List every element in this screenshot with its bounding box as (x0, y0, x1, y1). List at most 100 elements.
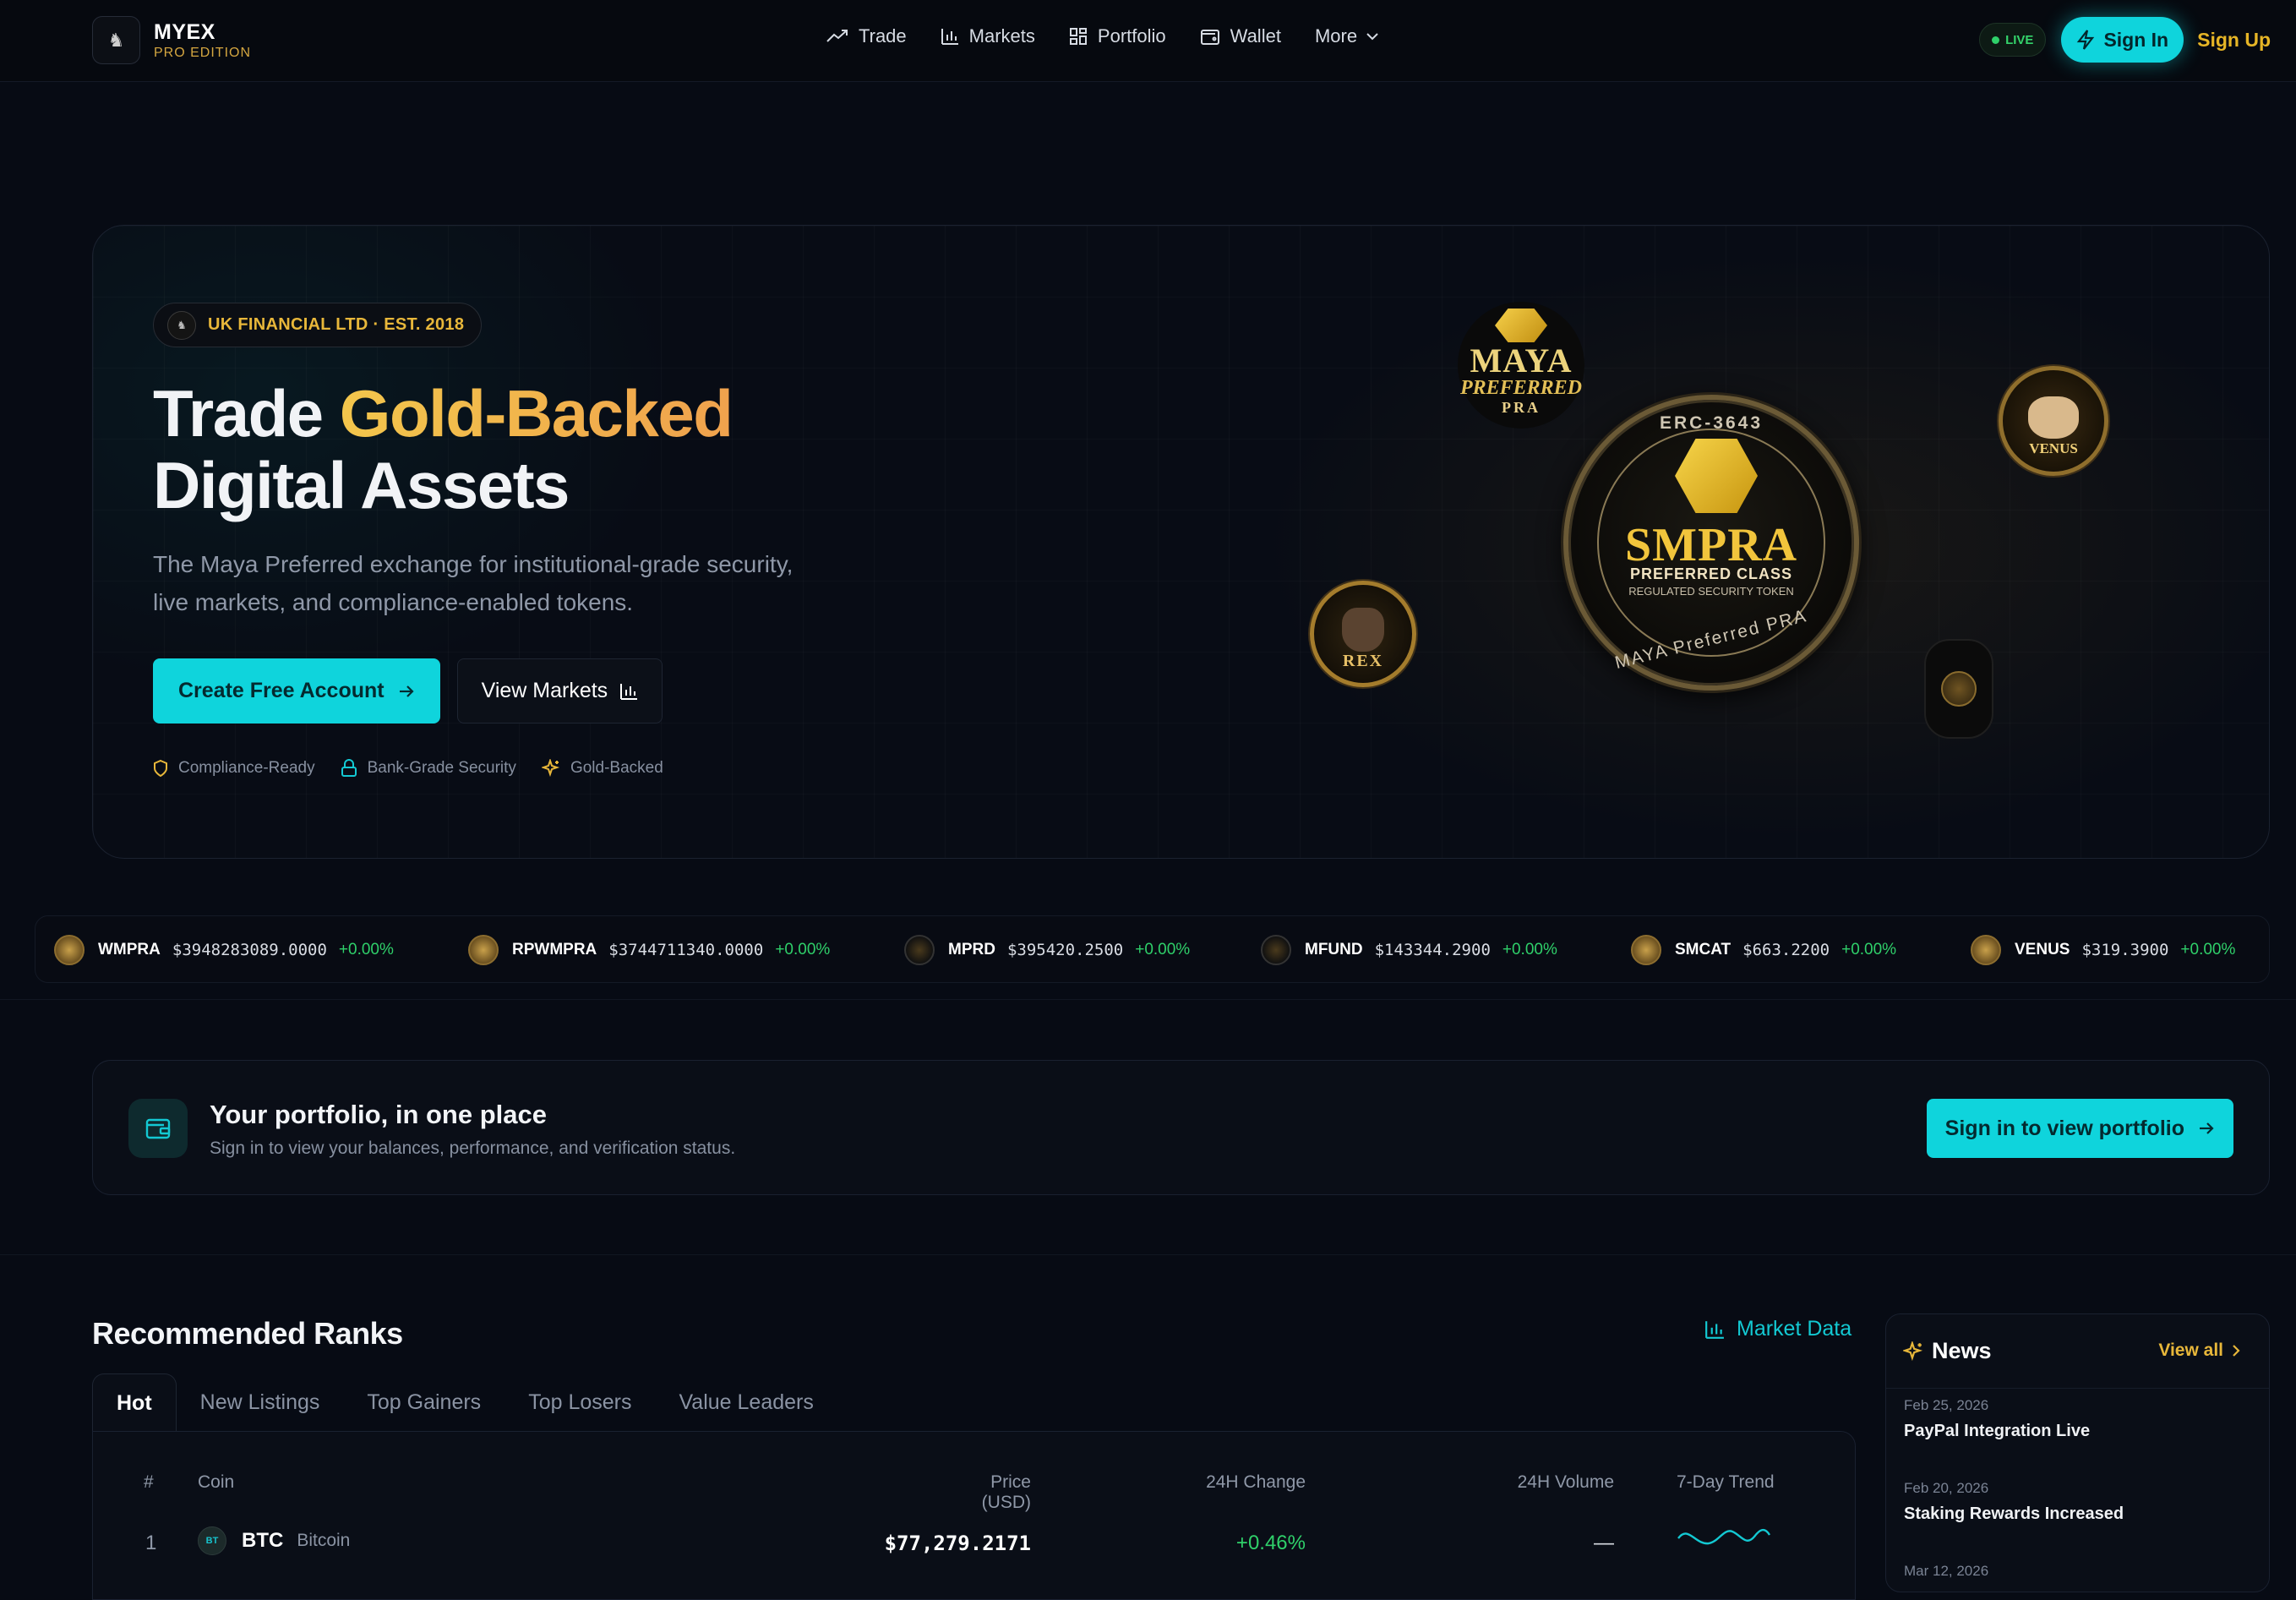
ticker-symbol: VENUS (2015, 941, 2070, 958)
nav-item-more[interactable]: More (1315, 25, 1389, 47)
news-headline: Staking Rewards Increased (1904, 1504, 2124, 1523)
hero-cta-group: Create Free Account View Markets (153, 658, 663, 724)
sign-up-link[interactable]: Sign Up (2197, 29, 2271, 52)
hero-title-part2: Digital Assets (153, 448, 570, 522)
ranks-title: Recommended Ranks (92, 1316, 403, 1351)
wmpra-coin-icon (54, 935, 85, 965)
portfolio-card-subtitle: Sign in to view your balances, performan… (210, 1139, 736, 1158)
maya-preferred-coin-image: MAYA PREFERRED PRA (1458, 302, 1584, 429)
maya-coin-line3: PRA (1502, 399, 1541, 416)
ticker-item[interactable]: SMCAT $663.2200 +0.00% (1631, 916, 1896, 984)
lightning-icon (2077, 30, 2095, 50)
nav-item-portfolio[interactable]: Portfolio (1069, 25, 1166, 47)
sign-in-button[interactable]: Sign In (2061, 17, 2184, 63)
hero-title-part1: Trade (153, 376, 340, 451)
market-data-label: Market Data (1737, 1317, 1852, 1341)
market-data-link[interactable]: Market Data (1704, 1317, 1852, 1341)
ticker-price: $663.2200 (1742, 941, 1830, 959)
ticker-change: +0.00% (2180, 941, 2236, 958)
venus-dog-face-icon (2028, 396, 2079, 439)
smpra-class: PREFERRED CLASS (1629, 565, 1793, 582)
maya-coin-line1: MAYA (1470, 341, 1573, 380)
shield-icon (154, 759, 167, 778)
hero-subtitle: The Maya Preferred exchange for institut… (153, 551, 794, 615)
ticker-symbol: MPRD (948, 941, 995, 958)
tab-value-leaders[interactable]: Value Leaders (655, 1373, 837, 1432)
sign-in-portfolio-label: Sign in to view portfolio (1944, 1116, 2184, 1140)
ticker-item[interactable]: MPRD $395420.2500 +0.00% (904, 916, 1190, 984)
hero-title-highlight: Gold-Backed (339, 376, 734, 451)
ticker-change: +0.00% (338, 941, 394, 958)
mprd-coin-icon (904, 935, 935, 965)
news-headline: PayPal Integration Live (1904, 1422, 2091, 1440)
venus-coin-label: VENUS (2029, 440, 2078, 456)
trending-up-icon (826, 30, 848, 42)
brand[interactable]: ♞ MYEX PRO EDITION (92, 16, 251, 64)
news-view-all-link[interactable]: View all (2158, 1341, 2240, 1361)
feature-label: Gold-Backed (570, 759, 663, 777)
maya-logo-hex-icon (1495, 309, 1547, 342)
ticker-change: +0.00% (1502, 941, 1557, 958)
ticker-item[interactable]: RPWMPRA $3744711340.0000 +0.00% (468, 916, 830, 984)
wallet-icon (128, 1099, 188, 1158)
feature-security: Bank-Grade Security (341, 759, 516, 778)
feature-gold-backed: Gold-Backed (541, 759, 663, 778)
tab-hot[interactable]: Hot (92, 1373, 177, 1432)
column-header-rank[interactable]: # (144, 1472, 154, 1493)
hero-section: ♞ UK FINANCIAL LTD · EST. 2018 Trade Gol… (92, 225, 2270, 859)
news-date: Feb 20, 2026 (1904, 1480, 1989, 1496)
sign-in-portfolio-button[interactable]: Sign in to view portfolio (1926, 1099, 2233, 1158)
mfund-coin-icon (1261, 935, 1291, 965)
create-account-button[interactable]: Create Free Account (153, 658, 440, 724)
chevron-down-icon (1366, 33, 1378, 41)
sparkle-icon (541, 759, 560, 778)
nav-item-trade[interactable]: Trade (826, 25, 907, 47)
news-item[interactable]: Feb 20, 2026 Staking Rewards Increased (1904, 1480, 2124, 1524)
portfolio-card: Your portfolio, in one place Sign in to … (92, 1060, 2270, 1195)
ticker-price: $3948283089.0000 (172, 941, 327, 959)
tab-new-listings[interactable]: New Listings (177, 1373, 344, 1432)
tab-top-gainers[interactable]: Top Gainers (343, 1373, 504, 1432)
btc-coin-icon: BT (198, 1526, 226, 1555)
nav-item-markets[interactable]: Markets (941, 25, 1035, 47)
column-header-coin[interactable]: Coin (198, 1472, 234, 1493)
row-coin-symbol: BTC (242, 1529, 284, 1552)
smpra-subtitle: REGULATED SECURITY TOKEN (1628, 585, 1794, 598)
row-24h-volume: — (1594, 1532, 1614, 1554)
ticker-symbol: WMPRA (98, 941, 161, 958)
ticker-symbol: SMCAT (1675, 941, 1732, 958)
bar-chart-icon (620, 683, 638, 700)
company-badge-text: UK FINANCIAL LTD · EST. 2018 (208, 315, 465, 334)
news-date: Mar 12, 2026 (1904, 1563, 1989, 1579)
news-item[interactable]: Mar 12, 2026 (1904, 1563, 1988, 1587)
ticker-item[interactable]: WMPRA $3948283089.0000 +0.00% (54, 916, 394, 984)
nav-item-label: Wallet (1230, 25, 1281, 46)
news-item[interactable]: Feb 25, 2026 PayPal Integration Live (1904, 1397, 2090, 1441)
column-header-24h-change[interactable]: 24H Change (1166, 1472, 1306, 1493)
brand-logo-icon: ♞ (92, 16, 140, 64)
column-header-24h-volume[interactable]: 24H Volume (1479, 1472, 1614, 1493)
nav-item-label: Markets (968, 25, 1035, 46)
venus-coin-image: VENUS (1999, 366, 2108, 476)
row-coin: BT BTC Bitcoin (198, 1526, 350, 1555)
hero-features: Compliance-Ready Bank-Grade Security Gol… (153, 759, 689, 778)
news-header: News (1903, 1338, 1992, 1364)
chevron-right-icon (2233, 1345, 2240, 1357)
live-status-badge: LIVE (1979, 23, 2047, 57)
ticker-item[interactable]: MFUND $143344.2900 +0.00% (1261, 916, 1557, 984)
nav-item-label: More (1314, 25, 1358, 46)
news-date: Feb 25, 2026 (1904, 1397, 1989, 1413)
smcat-coin-icon (1631, 935, 1661, 965)
view-all-label: View all (2158, 1341, 2223, 1360)
view-markets-button[interactable]: View Markets (456, 658, 663, 724)
wallet-icon (1200, 30, 1219, 45)
btc-7d-sparkline (1677, 1528, 1771, 1545)
column-header-price[interactable]: Price (USD) (938, 1472, 1031, 1513)
news-panel: News View all Feb 25, 2026 PayPal Integr… (1885, 1313, 2270, 1592)
create-account-label: Create Free Account (178, 679, 384, 702)
nav-item-wallet[interactable]: Wallet (1200, 25, 1281, 47)
arrow-right-icon (2200, 1122, 2214, 1134)
ticker-change: +0.00% (1841, 941, 1897, 958)
ticker-item[interactable]: VENUS $319.3900 +0.00% (1971, 916, 2235, 984)
tab-top-losers[interactable]: Top Losers (504, 1373, 655, 1432)
